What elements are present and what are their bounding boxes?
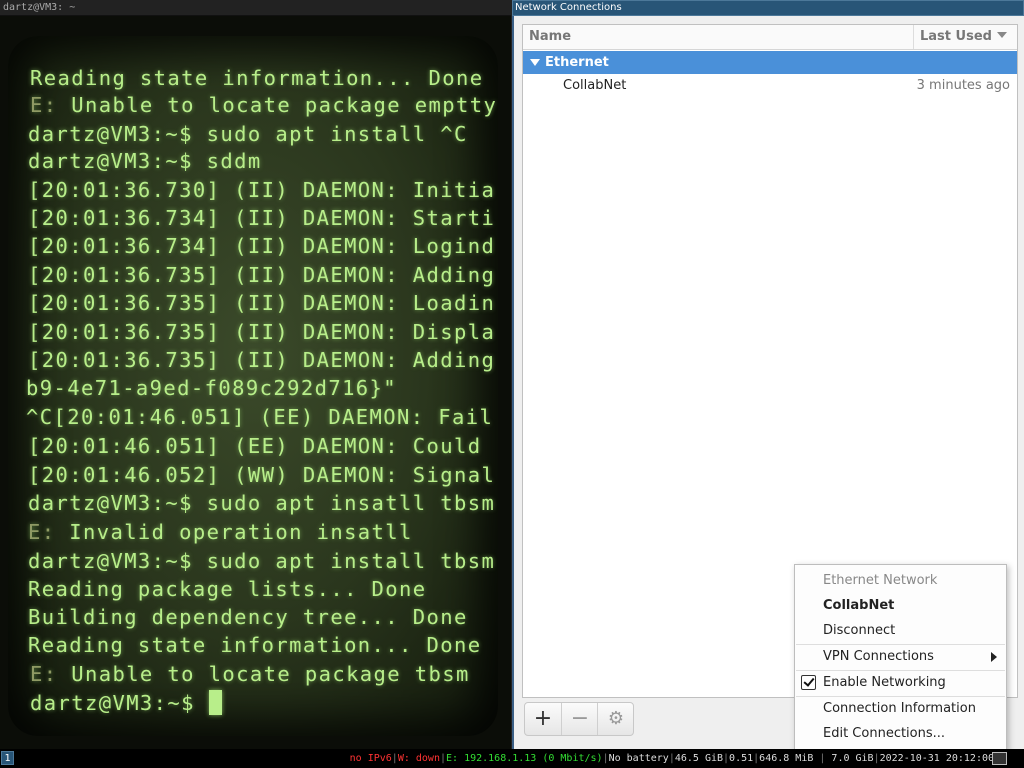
menu-item-label: VPN Connections — [823, 649, 934, 664]
terminal-line-text: [20:01:46.051] (EE) DAEMON: Could — [28, 434, 482, 458]
terminal-cursor — [208, 690, 222, 715]
terminal-line-text: Reading package lists... Done — [28, 577, 427, 601]
checkbox-checked-icon[interactable] — [801, 675, 816, 690]
datetime-status: 2022-10-31 20:12:00 — [879, 753, 994, 764]
terminal-line-text: [20:01:36.735] (II) DAEMON: Adding — [28, 263, 496, 287]
column-header-last-used-label: Last Used — [920, 29, 992, 44]
terminal-line-text: Reading state information... Done — [30, 66, 484, 90]
terminal-line-text: Invalid operation insatll — [55, 520, 413, 544]
expand-triangle-icon[interactable] — [530, 59, 540, 66]
column-header-name[interactable]: Name — [529, 25, 571, 49]
load-status: 0.51 — [729, 753, 754, 764]
menu-item-label: Edit Connections... — [823, 726, 946, 741]
terminal-line-text: [20:01:36.735] (II) DAEMON: Adding — [28, 348, 496, 372]
terminal-line: [20:01:36.735] (II) DAEMON: Adding — [28, 263, 495, 287]
terminal-line: E: Unable to locate package tbsm — [30, 662, 470, 686]
menu-item-collabnet[interactable]: CollabNet — [795, 593, 1006, 618]
disk-status: 46.5 GiB — [674, 753, 724, 764]
wifi-status: W: down — [397, 753, 440, 764]
terminal-line-text: dartz@VM3:~$ sudo apt install tbsm — [28, 549, 496, 573]
terminal-line-text: Reading state information... Done — [28, 633, 482, 657]
terminal-line: dartz@VM3:~$ sudo apt insatll tbsm — [28, 491, 495, 515]
terminal-line: dartz@VM3:~$ sudo apt install ^C — [28, 122, 468, 146]
terminal-line: [20:01:46.052] (WW) DAEMON: Signal — [28, 463, 495, 487]
group-row-ethernet[interactable]: Ethernet — [523, 51, 1017, 74]
remove-connection-button[interactable]: − — [561, 703, 598, 735]
terminal-line: [20:01:36.734] (II) DAEMON: Starti — [28, 206, 495, 230]
terminal-line: dartz@VM3:~$ sddm — [28, 149, 262, 173]
terminal-line-text: dartz@VM3:~$ — [30, 691, 209, 715]
menu-item-label: Enable Networking — [823, 675, 946, 690]
terminal-window-title[interactable]: dartz@VM3: ~ — [0, 0, 511, 16]
menu-item-label: Connection Information — [823, 701, 976, 716]
terminal-line: dartz@VM3:~$ sudo apt install tbsm — [28, 549, 495, 573]
terminal-line-text: b9-4e71-a9ed-f089c292d716}" — [26, 376, 398, 400]
error-prefix: E: — [28, 520, 56, 544]
terminal-line: [20:01:36.734] (II) DAEMON: Logind — [28, 234, 495, 258]
terminal-line: ^C[20:01:46.051] (EE) DAEMON: Fail — [26, 405, 493, 429]
network-tray-icon[interactable] — [992, 752, 1007, 765]
terminal-line: E: Invalid operation insatll — [28, 520, 413, 544]
error-prefix: E: — [30, 662, 58, 686]
ethernet-status: E: 192.168.1.13 (0 Mbit/s) — [446, 753, 603, 764]
status-bar: 1 no IPv6|W: down|E: 192.168.1.13 (0 Mbi… — [0, 749, 1024, 768]
terminal-line: [20:01:46.051] (EE) DAEMON: Could — [28, 434, 482, 458]
connection-row[interactable]: CollabNet 3 minutes ago — [523, 74, 1017, 97]
menu-item-edit-connections[interactable]: Edit Connections... — [795, 721, 1006, 746]
connection-toolbar: + − ⚙ — [524, 702, 634, 736]
submenu-arrow-icon — [991, 652, 997, 662]
connection-name: CollabNet — [563, 78, 627, 93]
terminal-line-text: [20:01:36.735] (II) DAEMON: Loadin — [28, 291, 496, 315]
menu-item-label: Disconnect — [823, 623, 896, 638]
terminal-line: dartz@VM3:~$ — [30, 690, 222, 715]
error-prefix: E: — [30, 93, 58, 117]
group-label: Ethernet — [545, 55, 609, 70]
network-window-title[interactable]: Network Connections — [512, 0, 1024, 16]
terminal-line: E: Unable to locate package emptty — [30, 93, 497, 117]
terminal-line: [20:01:36.735] (II) DAEMON: Loadin — [28, 291, 495, 315]
sort-down-icon — [996, 32, 1007, 38]
terminal-line-text: [20:01:36.730] (II) DAEMON: Initia — [28, 178, 496, 202]
memory-total-status: 7.0 GiB — [831, 753, 874, 764]
terminal-line-text: [20:01:36.734] (II) DAEMON: Logind — [28, 234, 496, 258]
terminal-line-text: [20:01:46.052] (WW) DAEMON: Signal — [28, 463, 496, 487]
terminal-line: Reading state information... Done — [28, 633, 482, 657]
terminal-line: Building dependency tree... Done — [28, 605, 468, 629]
menu-item-vpn-connections[interactable]: VPN Connections — [795, 644, 1006, 669]
terminal-screen[interactable]: Reading state information... Done E: Unab… — [8, 36, 498, 736]
connection-last-used: 3 minutes ago — [916, 78, 1010, 93]
menu-item-connection-information[interactable]: Connection Information — [795, 696, 1006, 721]
list-header: Name Last Used — [523, 25, 1017, 50]
terminal-line: b9-4e71-a9ed-f089c292d716}" — [26, 376, 397, 400]
terminal-line-text: Unable to locate package emptty — [57, 93, 498, 117]
terminal-line: [20:01:36.730] (II) DAEMON: Initia — [28, 178, 495, 202]
terminal-line: [20:01:36.735] (II) DAEMON: Adding — [28, 348, 495, 372]
menu-header-label: Ethernet Network — [823, 573, 938, 588]
battery-status: No battery — [608, 753, 669, 764]
add-connection-button[interactable]: + — [525, 703, 561, 735]
terminal-line-text: dartz@VM3:~$ sddm — [28, 149, 262, 173]
terminal-line-text: ^C[20:01:46.051] (EE) DAEMON: Fail — [26, 405, 494, 429]
gear-icon[interactable]: ⚙ — [597, 703, 634, 735]
terminal-line: [20:01:36.735] (II) DAEMON: Displa — [28, 320, 495, 344]
ipv6-status: no IPv6 — [349, 753, 392, 764]
menu-item-disconnect[interactable]: Disconnect — [795, 618, 1006, 643]
menu-item-enable-networking[interactable]: Enable Networking — [795, 670, 1006, 695]
terminal-line-text: Building dependency tree... Done — [28, 605, 468, 629]
terminal-line-text: [20:01:36.735] (II) DAEMON: Displa — [28, 320, 496, 344]
status-segments: no IPv6|W: down|E: 192.168.1.13 (0 Mbit/… — [349, 753, 994, 764]
menu-header-ethernet-network: Ethernet Network — [795, 568, 1006, 593]
terminal-line-text: dartz@VM3:~$ sudo apt install ^C — [28, 122, 468, 146]
terminal-line: Reading package lists... Done — [28, 577, 427, 601]
column-header-last-used[interactable]: Last Used — [913, 25, 1017, 49]
menu-item-label: CollabNet — [823, 598, 895, 613]
terminal-line-text: dartz@VM3:~$ sudo apt insatll tbsm — [28, 491, 496, 515]
terminal-line: Reading state information... Done — [30, 66, 484, 90]
memory-status: 646.8 MiB — [759, 753, 814, 764]
terminal-window[interactable]: Reading state information... Done E: Unab… — [0, 16, 511, 749]
terminal-line-text: [20:01:36.734] (II) DAEMON: Starti — [28, 206, 496, 230]
network-context-menu: Ethernet Network CollabNet Disconnect VP… — [794, 564, 1007, 751]
workspace-button[interactable]: 1 — [1, 751, 14, 765]
terminal-line-text: Unable to locate package tbsm — [57, 662, 470, 686]
